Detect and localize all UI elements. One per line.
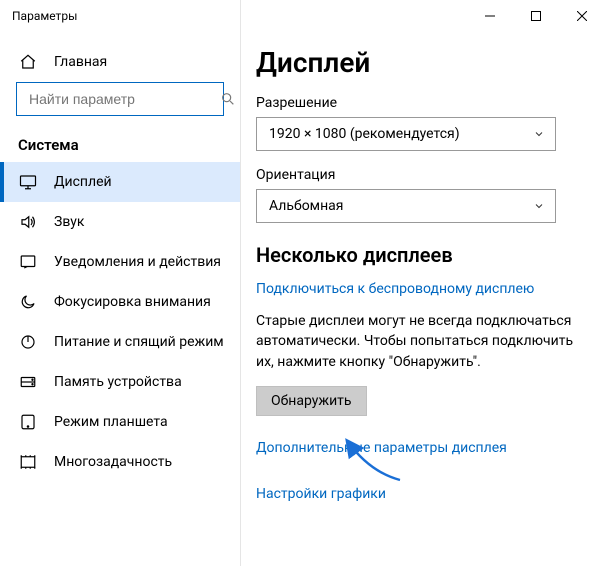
sound-icon [18, 212, 38, 232]
sidebar-item-storage[interactable]: Память устройства [0, 362, 240, 402]
page-title: Дисплей [256, 46, 585, 79]
sidebar-home[interactable]: Главная [0, 42, 240, 82]
maximize-button[interactable] [513, 0, 559, 32]
sidebar-section-heading: Система [0, 124, 240, 162]
sidebar-item-display[interactable]: Дисплей [0, 162, 240, 202]
tablet-icon [18, 412, 38, 432]
advanced-display-link[interactable]: Дополнительные параметры дисплея [256, 440, 507, 456]
detect-button[interactable]: Обнаружить [256, 386, 367, 416]
search-input[interactable] [27, 90, 212, 108]
detect-hint-text: Старые дисплеи могут не всегда подключат… [256, 311, 585, 372]
close-button[interactable] [559, 0, 605, 32]
resolution-dropdown[interactable]: 1920 × 1080 (рекомендуется) [256, 117, 556, 151]
sidebar-item-multitask[interactable]: Многозадачность [0, 442, 240, 482]
orientation-label: Ориентация [256, 167, 585, 183]
sidebar-item-label: Фокусировка внимания [54, 294, 211, 310]
sidebar-item-label: Питание и спящий режим [54, 334, 224, 350]
main-content: Дисплей Разрешение 1920 × 1080 (рекоменд… [240, 32, 605, 566]
orientation-value: Альбомная [269, 198, 343, 214]
sidebar-item-label: Режим планшета [54, 414, 168, 430]
sidebar-home-label: Главная [54, 54, 107, 70]
storage-icon [18, 372, 38, 392]
sidebar-item-label: Многозадачность [54, 454, 172, 470]
sidebar-item-label: Уведомления и действия [54, 254, 221, 270]
notifications-icon [18, 252, 38, 272]
display-icon [18, 172, 38, 192]
resolution-value: 1920 × 1080 (рекомендуется) [269, 126, 460, 142]
sidebar-item-label: Дисплей [54, 174, 112, 190]
sidebar-item-label: Память устройства [54, 374, 182, 390]
graphics-settings-link[interactable]: Настройки графики [256, 486, 386, 502]
search-icon [218, 89, 238, 109]
minimize-button[interactable] [467, 0, 513, 32]
orientation-dropdown[interactable]: Альбомная [256, 189, 556, 223]
search-box[interactable] [16, 82, 224, 116]
vertical-divider [240, 0, 241, 566]
focus-icon [18, 292, 38, 312]
sidebar-item-power[interactable]: Питание и спящий режим [0, 322, 240, 362]
sidebar-item-tablet[interactable]: Режим планшета [0, 402, 240, 442]
sidebar-item-notifications[interactable]: Уведомления и действия [0, 242, 240, 282]
window-title: Параметры [12, 9, 77, 23]
wireless-display-link[interactable]: Подключиться к беспроводному дисплею [256, 281, 534, 297]
multitask-icon [18, 452, 38, 472]
multiple-displays-heading: Несколько дисплеев [256, 243, 585, 267]
chevron-down-icon [533, 128, 545, 140]
sidebar-item-label: Звук [54, 214, 84, 230]
chevron-down-icon [533, 200, 545, 212]
power-icon [18, 332, 38, 352]
window-controls [467, 0, 605, 32]
resolution-label: Разрешение [256, 95, 585, 111]
home-icon [18, 52, 38, 72]
titlebar: Параметры [0, 0, 605, 32]
sidebar: Главная Система Дисплей [0, 32, 240, 566]
sidebar-item-focus[interactable]: Фокусировка внимания [0, 282, 240, 322]
sidebar-item-sound[interactable]: Звук [0, 202, 240, 242]
